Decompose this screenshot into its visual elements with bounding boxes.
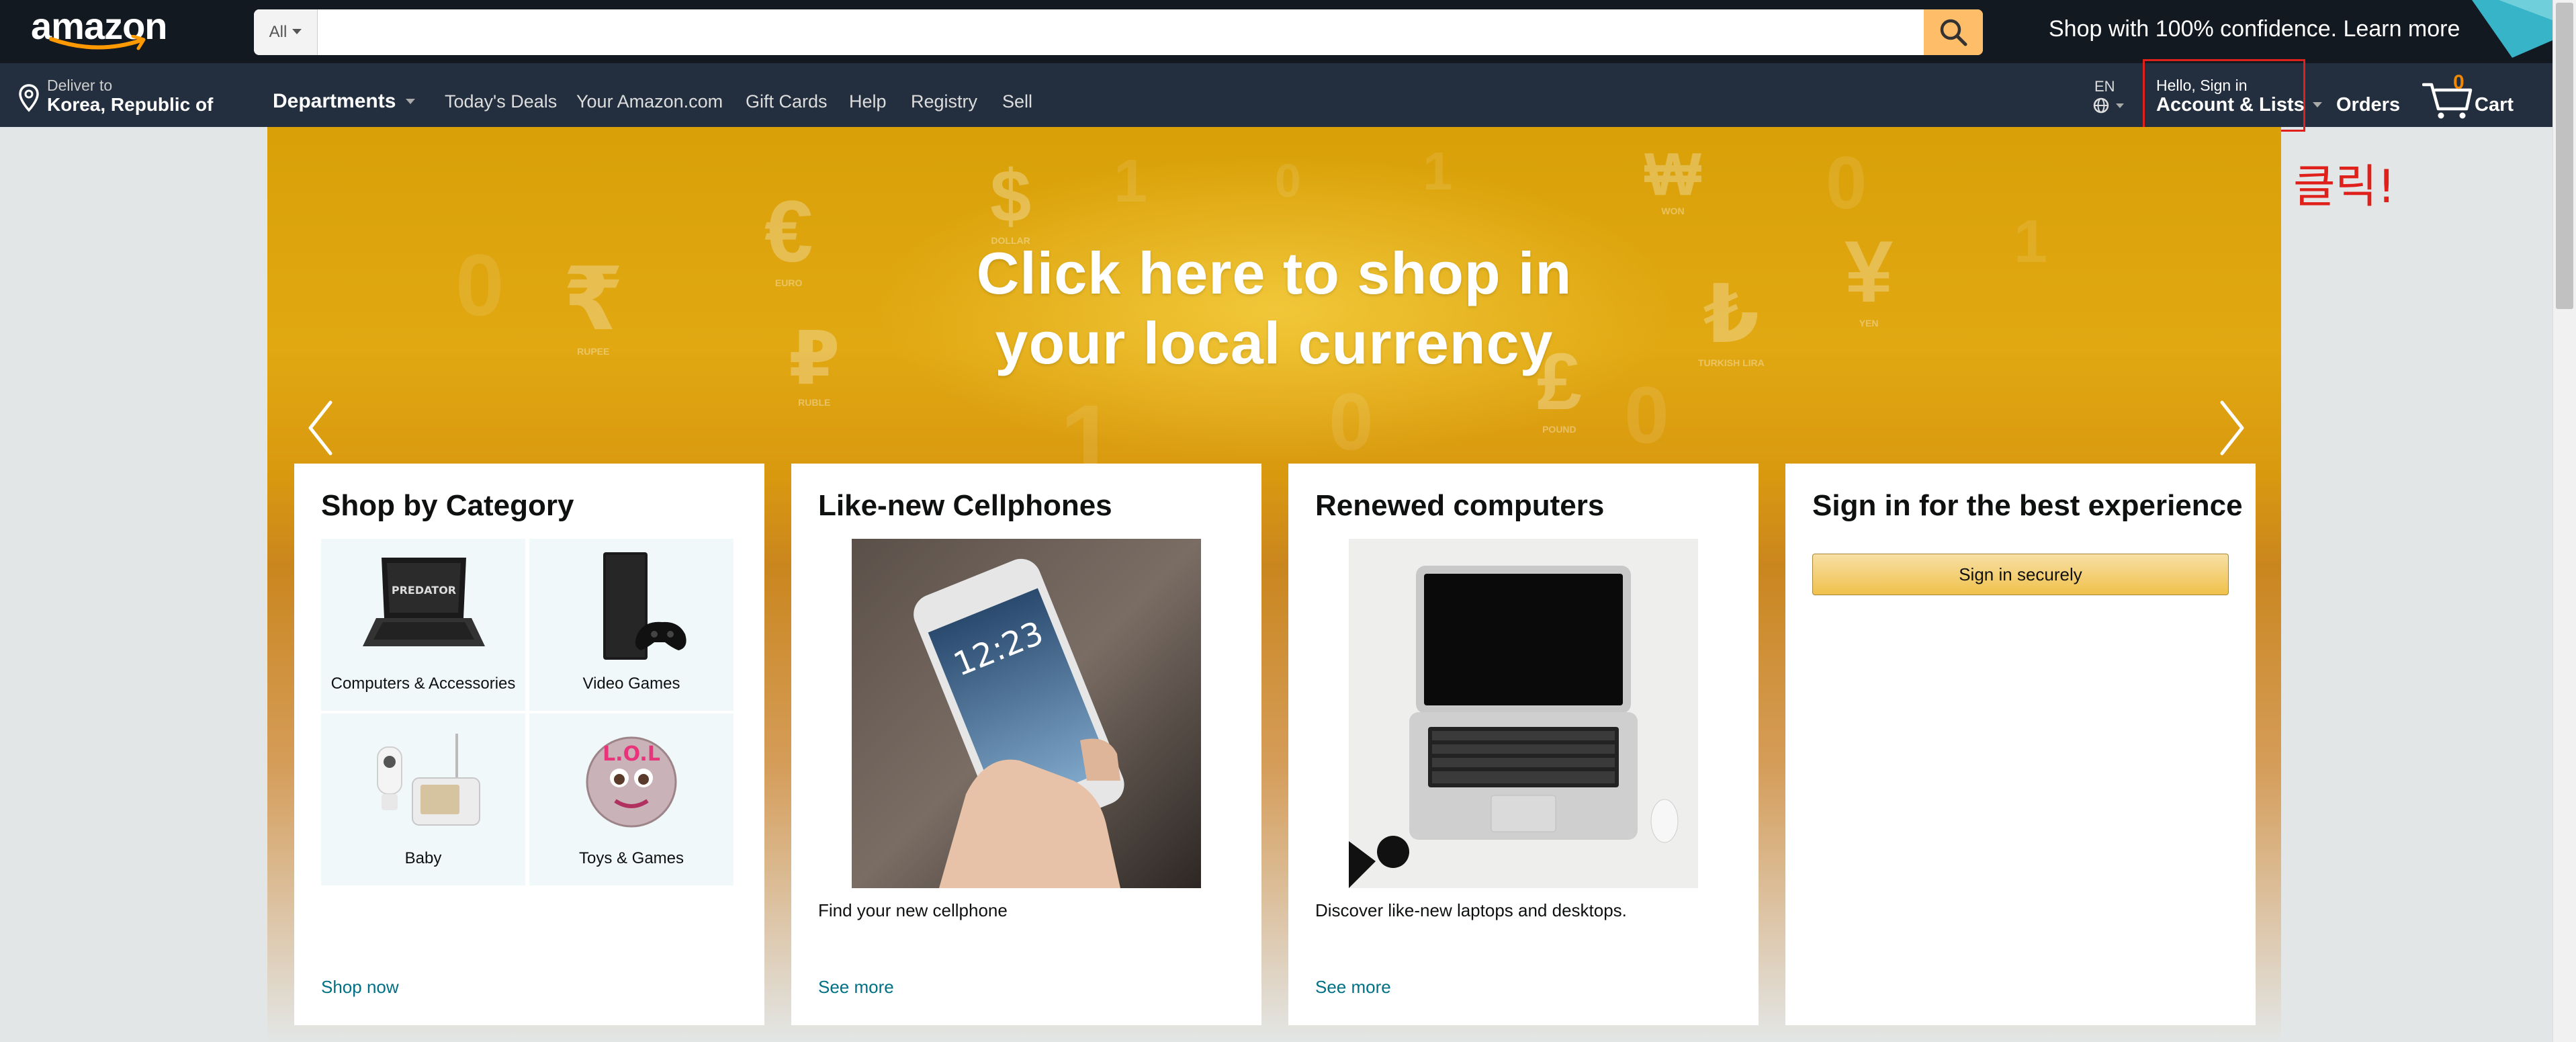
category-label: Toys & Games (578, 849, 684, 867)
account-greeting[interactable]: Hello, Sign in (2156, 77, 2248, 95)
nav-link-gift-cards[interactable]: Gift Cards (746, 91, 828, 112)
baby-monitor-image-icon (377, 734, 480, 826)
cart-icon (2422, 83, 2473, 119)
language-label: EN (2094, 78, 2115, 95)
deliver-to-location[interactable]: Deliver to Korea, Republic of (17, 77, 239, 117)
currency-won: ₩ WON (1644, 140, 1701, 216)
currency-symbol: ₩ (1644, 141, 1701, 208)
hero-bg-digit: 0 (1329, 377, 1374, 467)
deliver-label: Deliver to (47, 77, 113, 94)
category-label: Video Games (582, 675, 680, 693)
location-pin-icon (19, 84, 39, 112)
caret-down-icon (2312, 102, 2322, 108)
nav-top-bar: amazon All Shop with 100% confidence. Le… (0, 0, 2552, 63)
amazon-logo[interactable]: amazon (31, 4, 172, 54)
search-button[interactable] (1924, 9, 1983, 55)
category-tile-baby[interactable]: Baby (321, 713, 525, 885)
nav-link-help[interactable]: Help (849, 91, 887, 112)
search-bar: All (254, 9, 1983, 55)
promo-corner-decoration (2472, 0, 2552, 58)
category-tile-video-games[interactable]: Video Games (529, 539, 734, 711)
search-input[interactable] (318, 9, 1917, 55)
caret-down-icon (405, 99, 415, 105)
see-more-link[interactable]: See more (818, 977, 894, 998)
category-label: Computers & Accessories (330, 675, 516, 693)
card-cellphones: Like-new Cellphones 12:23 Find your new … (791, 464, 1261, 1025)
currency-dollar: $ DOLLAR (990, 154, 1031, 246)
promo-banner-link[interactable]: Shop with 100% confidence. Learn more (2049, 16, 2460, 42)
card-sign-in: Sign in for the best experience Sign in … (1785, 464, 2256, 1025)
account-lists-menu[interactable]: Account & Lists (2156, 94, 2322, 116)
phone-in-hand-image-icon: 12:23 (852, 539, 1201, 888)
card-title: Sign in for the best experience (1812, 489, 2243, 522)
category-tile-toys-games[interactable]: L.O.L Toys & Games (529, 713, 734, 885)
search-department-select[interactable]: All (254, 9, 318, 55)
deliver-country: Korea, Republic of (47, 94, 214, 115)
currency-symbol: $ (990, 155, 1032, 238)
cellphone-image[interactable]: 12:23 (852, 539, 1201, 888)
nav-link-todays-deals[interactable]: Today's Deals (445, 91, 557, 112)
computer-image[interactable] (1349, 539, 1698, 888)
search-icon (1940, 19, 1967, 46)
card-title: Shop by Category (321, 489, 574, 522)
svg-text:PREDATOR: PREDATOR (392, 584, 456, 597)
card-title: Renewed computers (1315, 489, 1605, 522)
hero-bg-digit: 0 (1624, 370, 1669, 460)
see-more-link[interactable]: See more (1315, 977, 1391, 998)
sign-in-securely-button[interactable]: Sign in securely (1812, 554, 2229, 595)
nav-link-sell[interactable]: Sell (1002, 91, 1032, 112)
laptop-image-icon: PREDATOR (363, 558, 485, 646)
svg-text:L.O.L: L.O.L (603, 742, 660, 766)
nav-link-your-amazon[interactable]: Your Amazon.com (576, 91, 723, 112)
hero-bg-digit: 0 (1275, 155, 1301, 207)
currency-name: POUND (1542, 424, 1576, 435)
departments-menu[interactable]: Departments (273, 90, 415, 113)
search-department-label: All (269, 23, 287, 41)
annotation-click-text: 클릭! (2293, 161, 2396, 214)
card-caption: Discover like-new laptops and desktops. (1315, 900, 1627, 920)
language-selector[interactable]: EN (2093, 78, 2133, 118)
hero-bg-digit: 1 (1423, 141, 1453, 201)
card-caption: Find your new cellphone (818, 900, 1008, 920)
category-label: Baby (404, 849, 442, 867)
card-title: Like-new Cellphones (818, 489, 1112, 522)
shop-now-link[interactable]: Shop now (321, 977, 399, 998)
cart-button[interactable]: 0 Cart (2422, 71, 2543, 125)
cart-label: Cart (2475, 94, 2514, 116)
card-shop-by-category: Shop by Category PREDATOR Computers & Ac… (294, 464, 764, 1025)
amazon-page: amazon All Shop with 100% confidence. Le… (0, 0, 2552, 1042)
globe-icon (2093, 97, 2124, 114)
vertical-scrollbar[interactable] (2552, 0, 2576, 1042)
category-tile-computers[interactable]: PREDATOR Computers & Accessories (321, 539, 525, 711)
hero-bg-digit: 0 (1826, 142, 1867, 224)
departments-label: Departments (273, 90, 396, 112)
caret-down-icon (292, 29, 302, 34)
account-lists-label: Account & Lists (2156, 94, 2305, 116)
carousel-next-arrow-icon[interactable] (2211, 396, 2252, 460)
carousel-prev-arrow-icon[interactable] (301, 396, 341, 460)
card-renewed-computers: Renewed computers Discover like-new lapt… (1288, 464, 1759, 1025)
hero-title[interactable]: Click here to shop in your local currenc… (267, 238, 2281, 378)
nav-link-registry[interactable]: Registry (911, 91, 977, 112)
hero-title-line2: your local currency (995, 310, 1554, 376)
toy-ball-image-icon: L.O.L (586, 736, 677, 828)
game-console-image-icon (603, 552, 686, 660)
hero-title-line1: Click here to shop in (976, 240, 1572, 306)
cart-count: 0 (2453, 71, 2464, 93)
logo-smile-icon (49, 35, 146, 50)
scrollbar-thumb[interactable] (2556, 3, 2573, 309)
hero-bg-digit: 1 (1114, 148, 1148, 215)
laptop-desk-image-icon (1349, 539, 1698, 888)
orders-link[interactable]: Orders (2336, 94, 2400, 116)
